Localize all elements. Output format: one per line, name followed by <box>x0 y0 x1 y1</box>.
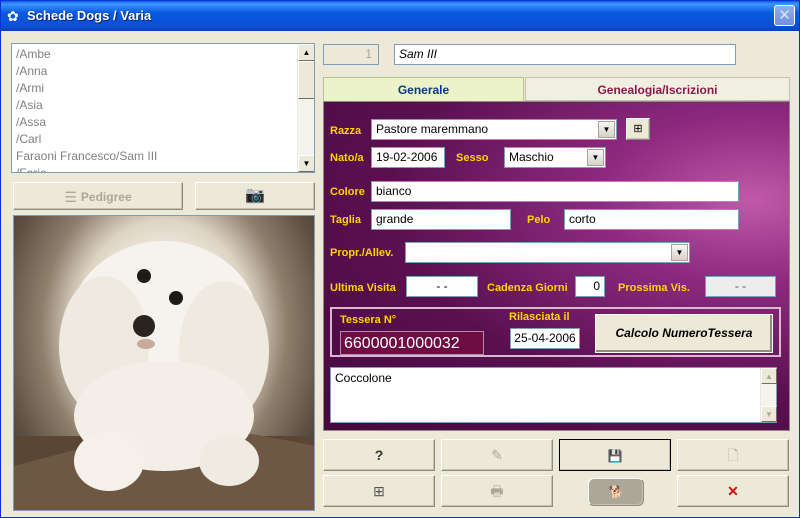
pelo-label: Pelo <box>527 214 551 226</box>
chevron-down-icon[interactable]: ▼ <box>598 121 615 138</box>
dog-name-field[interactable]: Sam III <box>394 44 736 65</box>
sesso-label: Sesso <box>456 152 489 164</box>
print-button[interactable]: 🖶 <box>441 475 553 507</box>
list-scrollbar[interactable]: ▲ ▼ <box>297 44 314 172</box>
issue-date-field[interactable]: 25-04-2006 <box>510 328 580 349</box>
calc-tessera-button[interactable]: Calcolo NumeroTessera <box>595 314 773 353</box>
add-button[interactable]: ⊞ <box>323 475 435 507</box>
razza-select[interactable]: Pastore maremmano ▼ <box>371 119 617 140</box>
dog-photo <box>13 215 315 511</box>
notes-textarea[interactable]: Coccolone ▲ ▼ <box>330 367 777 423</box>
cancel-button[interactable]: ✕ <box>677 475 789 507</box>
dog-button[interactable]: 🐕 <box>588 478 644 506</box>
tessera-number: 6600001000032 <box>340 331 484 355</box>
title-bar[interactable]: ✿ Schede Dogs / Varia ✕ <box>1 1 799 31</box>
next-visit-field: - - <box>705 276 776 297</box>
main-window: ✿ Schede Dogs / Varia ✕ /Ambe /Anna /Arm… <box>0 0 800 518</box>
red-x-icon: ✕ <box>727 483 739 499</box>
dog-app-icon: ✿ <box>7 8 19 24</box>
floppy-icon: 💾 <box>607 449 623 463</box>
notes-scrollbar[interactable]: ▲ ▼ <box>760 368 777 422</box>
scroll-thumb[interactable] <box>298 61 314 99</box>
propr-label: Propr./Allev. <box>330 247 394 259</box>
delete-file-button[interactable]: 🗋 <box>677 439 789 471</box>
scroll-up-icon[interactable]: ▲ <box>298 44 314 61</box>
taglia-label: Taglia <box>330 214 361 226</box>
razza-label: Razza <box>330 125 362 137</box>
colore-label: Colore <box>330 186 365 198</box>
cadenza-label: Cadenza Giorni <box>487 282 568 294</box>
edit-button[interactable]: ✎ <box>441 439 553 471</box>
window-title: Schede Dogs / Varia <box>27 8 152 23</box>
list-item[interactable]: /Anna <box>16 63 296 80</box>
add-record-icon: ⊞ <box>373 483 385 499</box>
save-button[interactable]: 💾 <box>559 439 671 471</box>
file-delete-icon: 🗋 <box>727 447 739 463</box>
camera-icon: 📷 <box>245 187 265 204</box>
tree-icon: ☰ <box>64 188 77 205</box>
tessera-label: Tessera N° <box>340 314 397 326</box>
list-item[interactable]: /Carl <box>16 131 296 148</box>
record-id-field: 1 <box>323 44 379 65</box>
pedigree-button[interactable]: ☰ Pedigree <box>13 182 183 210</box>
list-item[interactable]: /Assa <box>16 114 296 131</box>
scroll-down-icon[interactable]: ▼ <box>298 155 314 172</box>
edit-icon: ✎ <box>491 447 503 463</box>
close-button[interactable]: ✕ <box>774 5 795 26</box>
help-button[interactable]: ? <box>323 439 435 471</box>
ultima-visita-label: Ultima Visita <box>330 282 396 294</box>
color-field[interactable]: bianco <box>371 181 739 202</box>
nato-label: Nato/a <box>330 152 364 164</box>
dog-list[interactable]: /Ambe /Anna /Armi /Asia /Assa /Carl Fara… <box>11 43 315 173</box>
owner-select[interactable]: ▼ <box>405 242 690 263</box>
printer-icon: 🖶 <box>490 483 504 499</box>
last-visit-field[interactable]: - - <box>406 276 478 297</box>
dog-icon: 🐕 <box>608 485 624 499</box>
chevron-down-icon[interactable]: ▼ <box>671 244 688 261</box>
grid-add-icon: ⊞ <box>633 123 643 135</box>
list-item[interactable]: /Fario <box>16 165 296 172</box>
coat-field[interactable]: corto <box>564 209 739 230</box>
list-item[interactable]: /Asia <box>16 97 296 114</box>
scroll-up-icon[interactable]: ▲ <box>761 368 777 384</box>
list-item[interactable]: Faraoni Francesco/Sam III <box>16 148 296 165</box>
size-field[interactable]: grande <box>371 209 511 230</box>
list-item[interactable]: /Armi <box>16 80 296 97</box>
add-breed-button[interactable]: ⊞ <box>626 118 650 140</box>
list-item[interactable]: /Ambe <box>16 46 296 63</box>
rilasciata-label: Rilasciata il <box>509 311 570 323</box>
tab-genealogia[interactable]: Genealogia/Iscrizioni <box>525 77 790 101</box>
help-icon: ? <box>374 447 384 463</box>
tab-generale[interactable]: Generale <box>323 77 524 101</box>
sex-select[interactable]: Maschio ▼ <box>504 147 606 168</box>
camera-button[interactable]: 📷 <box>195 182 315 210</box>
birthdate-field[interactable]: 19-02-2006 <box>371 147 445 168</box>
chevron-down-icon[interactable]: ▼ <box>587 149 604 166</box>
scroll-down-icon[interactable]: ▼ <box>761 406 777 422</box>
cadence-field[interactable]: 0 <box>575 276 605 297</box>
prossima-label: Prossima Vis. <box>618 282 690 294</box>
